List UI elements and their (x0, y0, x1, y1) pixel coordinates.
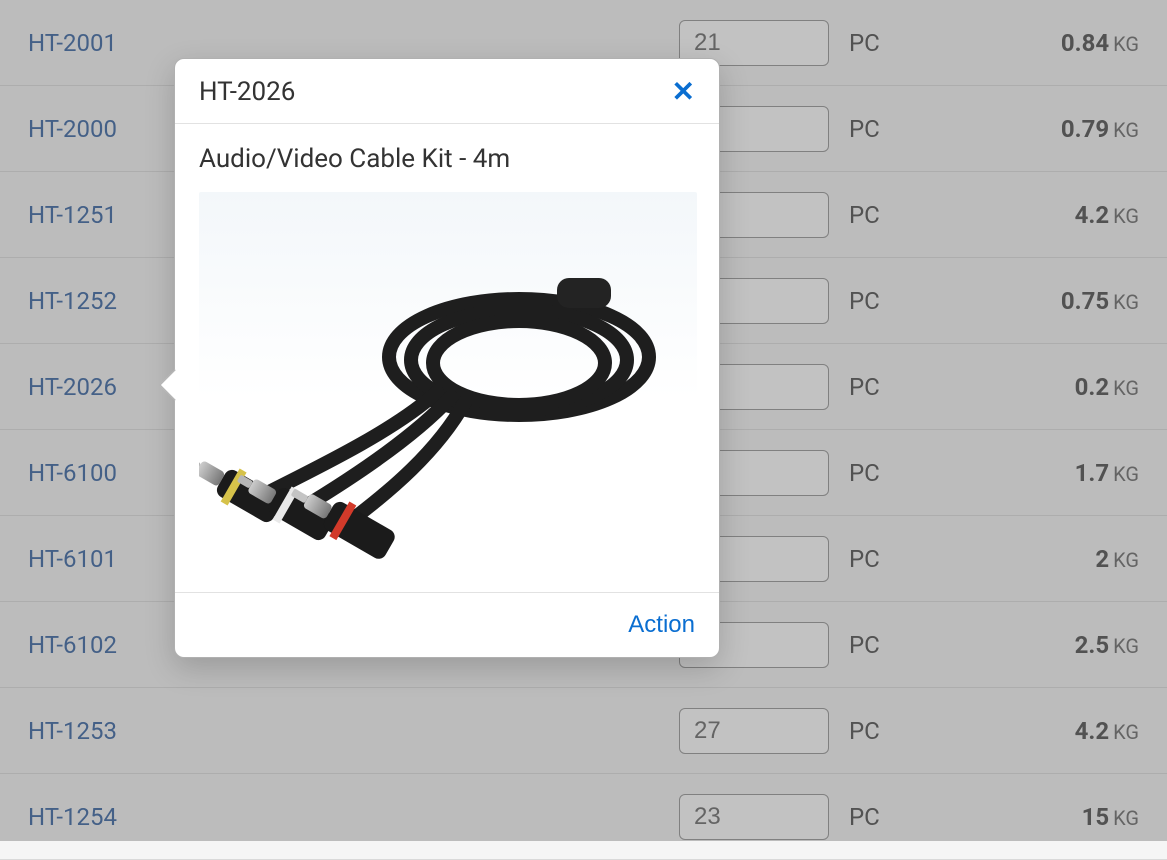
action-button[interactable]: Action (628, 611, 695, 639)
product-name: Audio/Video Cable Kit - 4m (199, 144, 695, 174)
product-image (199, 192, 697, 568)
product-popover: HT-2026 ✕ Audio/Video Cable Kit - 4m (174, 58, 720, 658)
close-icon: ✕ (672, 76, 695, 107)
popover-footer: Action (175, 592, 719, 657)
popover-body: Audio/Video Cable Kit - 4m (175, 124, 719, 592)
close-button[interactable]: ✕ (672, 78, 695, 106)
popover-header: HT-2026 ✕ (175, 59, 719, 124)
popover-title: HT-2026 (199, 77, 295, 107)
